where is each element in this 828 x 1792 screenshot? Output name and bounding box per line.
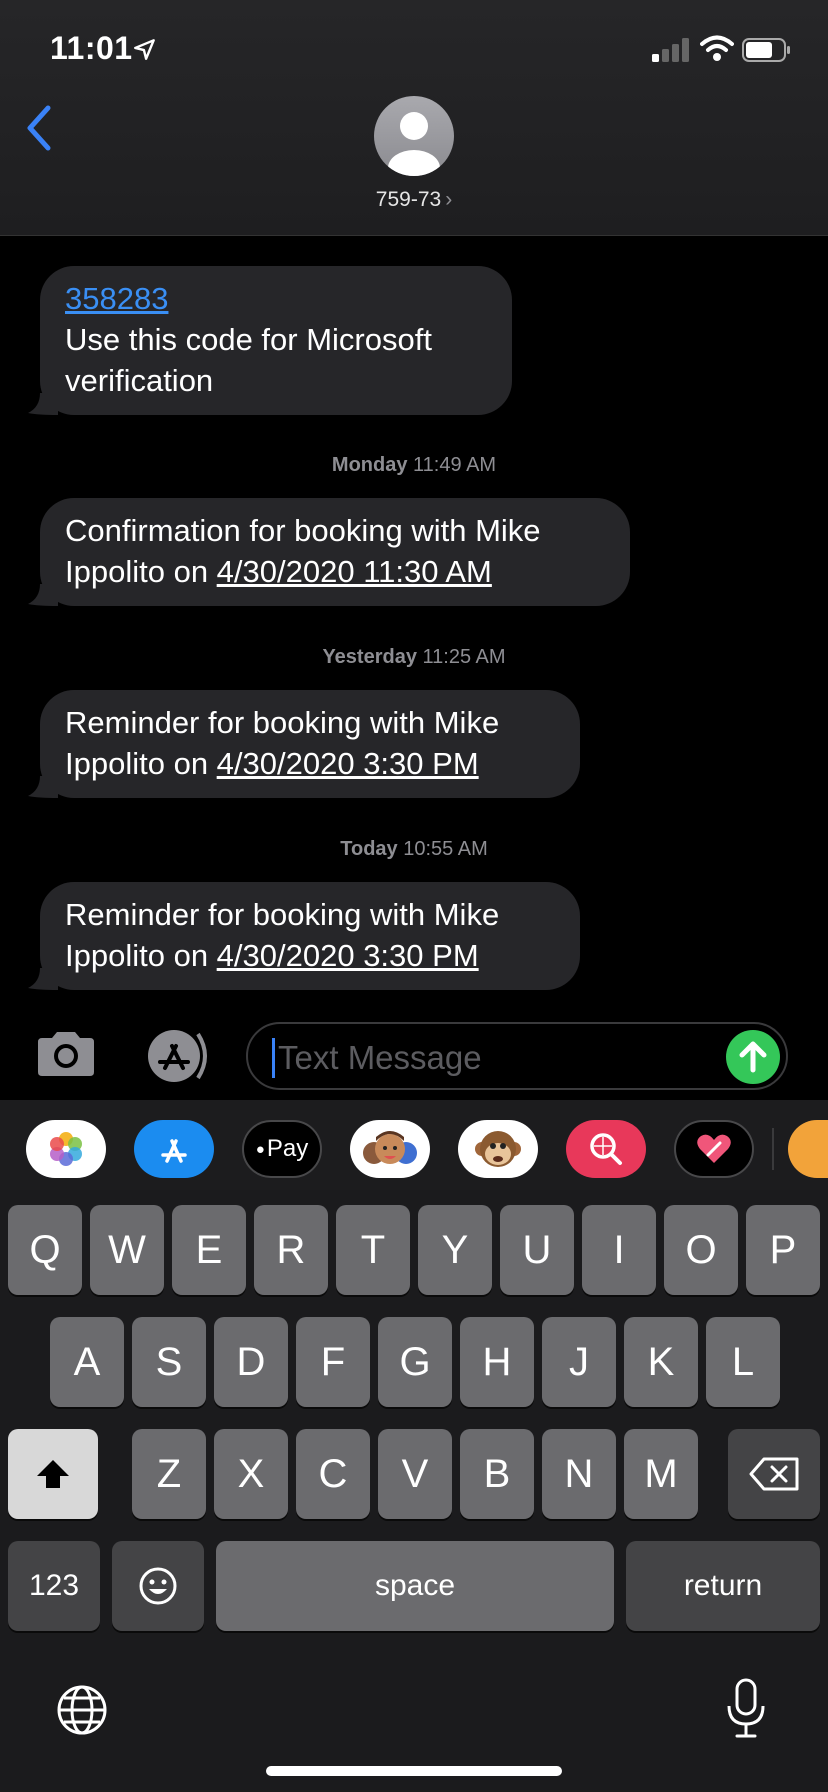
camera-icon[interactable] xyxy=(34,1030,98,1078)
delete-backspace-icon xyxy=(749,1457,799,1491)
date-link[interactable]: 4/30/2020 3:30 PM xyxy=(217,746,479,781)
key-b[interactable]: B xyxy=(460,1429,534,1519)
space-key[interactable]: space xyxy=(216,1541,614,1631)
message-text: Ippolito on xyxy=(65,938,217,973)
key-v[interactable]: V xyxy=(378,1429,452,1519)
key-w[interactable]: W xyxy=(90,1205,164,1295)
key-i[interactable]: I xyxy=(582,1205,656,1295)
bubble-tail xyxy=(28,968,58,990)
message-bubble-reminder[interactable]: Reminder for booking with Mike Ippolito … xyxy=(28,882,580,990)
app-store-icon xyxy=(161,1139,187,1163)
apple-pay-label: Pay xyxy=(266,1135,309,1162)
message-text: Use this code for Microsoft xyxy=(65,322,432,357)
digital-touch-app[interactable] xyxy=(674,1120,754,1178)
message-input-placeholder: Text Message xyxy=(278,1039,482,1076)
key-c[interactable]: C xyxy=(296,1429,370,1519)
contact-number: 759-73 xyxy=(375,188,442,211)
key-u[interactable]: U xyxy=(500,1205,574,1295)
key-g[interactable]: G xyxy=(378,1317,452,1407)
timestamp: Today 10:55 AM xyxy=(340,838,488,860)
digital-touch-icon xyxy=(697,1134,731,1163)
conversation-header: 11:01 759-73 › xyxy=(0,0,828,236)
message-text: Reminder for booking with Mike xyxy=(65,705,500,740)
message-text: verification xyxy=(65,363,214,398)
search-images-app[interactable] xyxy=(566,1120,646,1178)
status-time: 11:01 xyxy=(50,30,133,66)
key-j[interactable]: J xyxy=(542,1317,616,1407)
contact-name[interactable]: 759-73 › xyxy=(0,188,828,212)
key-p[interactable]: P xyxy=(746,1205,820,1295)
more-apps[interactable] xyxy=(788,1120,828,1178)
search-images-icon xyxy=(590,1133,622,1165)
verification-code-link[interactable]: 358283 xyxy=(65,281,168,316)
timestamp: Yesterday 11:25 AM xyxy=(322,646,506,668)
emoji-smiley-icon xyxy=(139,1567,177,1605)
wifi-icon xyxy=(700,35,734,61)
memoji-icon xyxy=(363,1131,417,1164)
key-k[interactable]: K xyxy=(624,1317,698,1407)
message-input[interactable]: Text Message xyxy=(246,1022,788,1090)
emoji-key[interactable] xyxy=(112,1541,204,1631)
globe-icon[interactable] xyxy=(56,1684,108,1736)
app-store-apps-icon[interactable] xyxy=(140,1028,214,1084)
key-o[interactable]: O xyxy=(664,1205,738,1295)
message-text: Ippolito on xyxy=(65,554,217,589)
key-s[interactable]: S xyxy=(132,1317,206,1407)
animoji-app[interactable] xyxy=(458,1120,538,1178)
text-cursor xyxy=(272,1038,275,1078)
key-n[interactable]: N xyxy=(542,1429,616,1519)
key-e[interactable]: E xyxy=(172,1205,246,1295)
message-bubble-reminder[interactable]: Reminder for booking with Mike Ippolito … xyxy=(28,690,580,798)
timestamp: Monday 11:49 AM xyxy=(331,454,497,476)
key-a[interactable]: A xyxy=(50,1317,124,1407)
home-indicator[interactable] xyxy=(266,1766,562,1776)
numbers-key[interactable]: 123 xyxy=(8,1541,100,1631)
chevron-right-icon: › xyxy=(445,188,453,211)
key-y[interactable]: Y xyxy=(418,1205,492,1295)
key-m[interactable]: M xyxy=(624,1429,698,1519)
microphone-icon[interactable] xyxy=(726,1678,766,1740)
bubble-tail xyxy=(28,776,58,798)
memoji-app[interactable] xyxy=(350,1120,430,1178)
contact-avatar[interactable] xyxy=(374,96,454,176)
return-key[interactable]: return xyxy=(626,1541,820,1631)
photos-icon xyxy=(50,1132,82,1166)
cellular-signal-icon xyxy=(652,38,689,62)
imessage-app-drawer: ● Pay xyxy=(0,1100,828,1190)
arrow-up-icon xyxy=(739,1041,767,1073)
key-x[interactable]: X xyxy=(214,1429,288,1519)
bubble-tail xyxy=(28,584,58,606)
shift-key[interactable] xyxy=(8,1429,98,1519)
key-q[interactable]: Q xyxy=(8,1205,82,1295)
message-text: Confirmation for booking with Mike xyxy=(65,513,541,548)
key-r[interactable]: R xyxy=(254,1205,328,1295)
message-text: Ippolito on xyxy=(65,746,217,781)
date-link[interactable]: 4/30/2020 3:30 PM xyxy=(217,938,479,973)
monkey-animoji-icon xyxy=(475,1131,521,1167)
message-thread[interactable]: verification 358283 Use this code for Mi… xyxy=(0,236,828,1000)
date-link[interactable]: 4/30/2020 11:30 AM xyxy=(217,554,492,589)
key-d[interactable]: D xyxy=(214,1317,288,1407)
back-chevron-icon[interactable] xyxy=(22,104,56,152)
photos-app[interactable] xyxy=(26,1120,106,1178)
location-arrow-icon xyxy=(134,39,155,60)
message-bubble-confirmation[interactable]: Confirmation for booking with Mike Ippol… xyxy=(28,498,630,606)
delete-key[interactable] xyxy=(728,1429,820,1519)
key-z[interactable]: Z xyxy=(132,1429,206,1519)
drawer-divider xyxy=(772,1128,774,1170)
key-h[interactable]: H xyxy=(460,1317,534,1407)
battery-icon xyxy=(742,38,790,62)
apple-pay-icon: ● xyxy=(255,1140,265,1158)
bubble-tail xyxy=(28,393,58,415)
app-store-app[interactable] xyxy=(134,1120,214,1178)
key-t[interactable]: T xyxy=(336,1205,410,1295)
person-silhouette-icon xyxy=(388,112,440,176)
message-text: Reminder for booking with Mike xyxy=(65,897,500,932)
key-f[interactable]: F xyxy=(296,1317,370,1407)
message-bubble-code[interactable]: 358283 Use this code for Microsoft verif… xyxy=(28,266,512,415)
apple-pay-app[interactable]: ● Pay xyxy=(242,1120,322,1178)
key-l[interactable]: L xyxy=(706,1317,780,1407)
shift-arrow-icon xyxy=(37,1460,69,1488)
send-button[interactable] xyxy=(726,1030,780,1084)
